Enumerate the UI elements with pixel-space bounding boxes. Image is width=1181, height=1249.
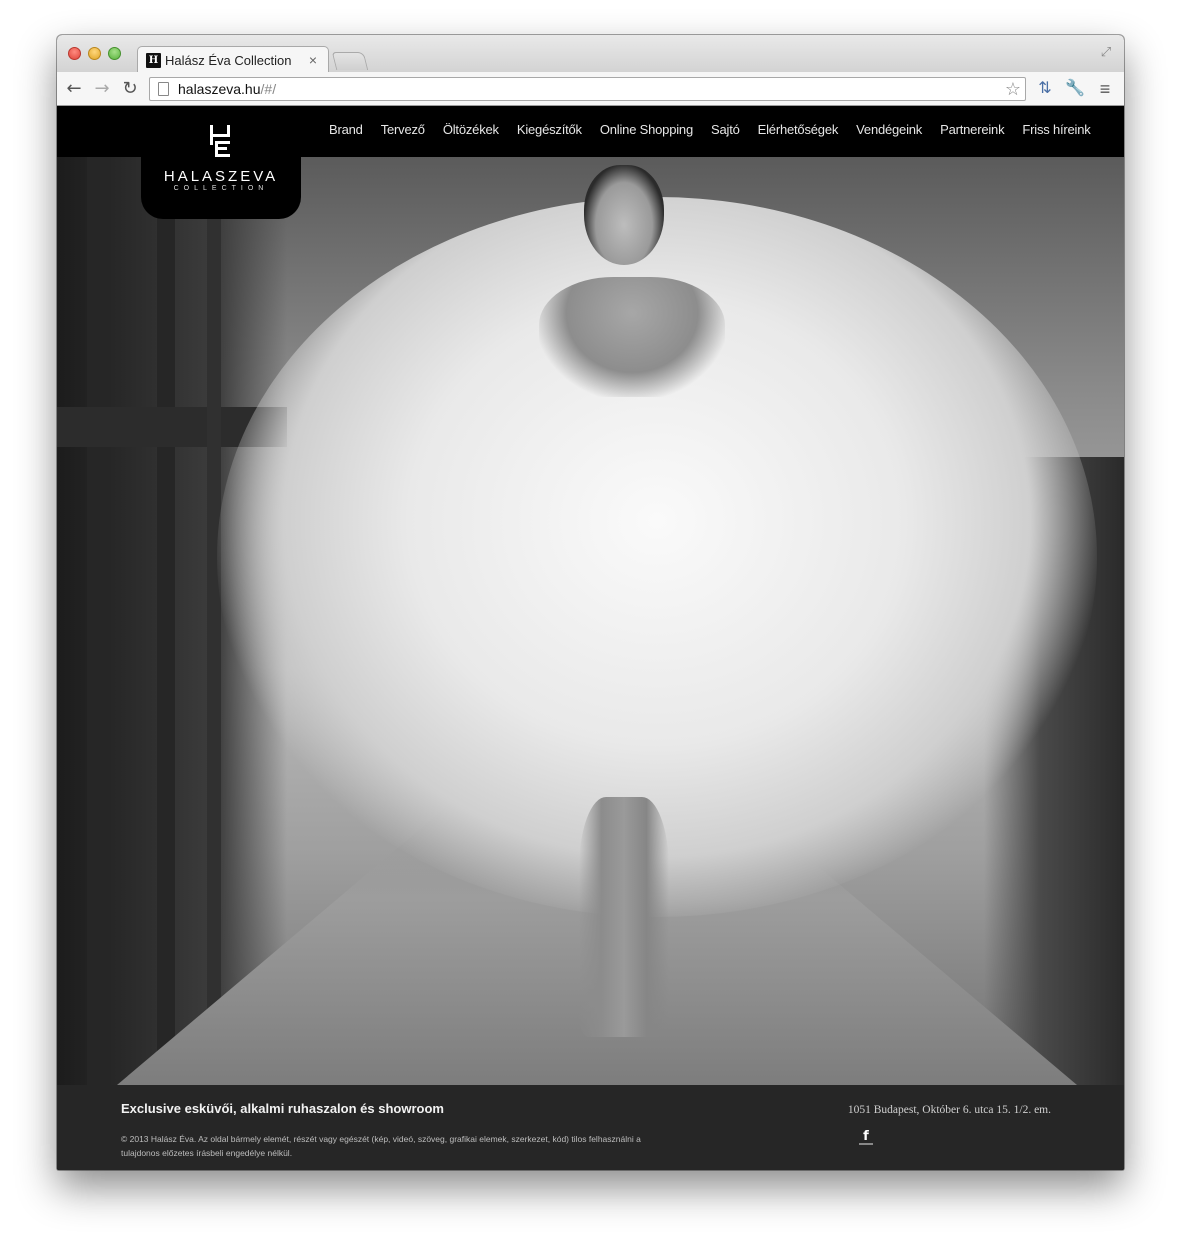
extension-icon[interactable]: ⇅ (1035, 79, 1055, 99)
site-footer: Exclusive esküvői, alkalmi ruhaszalon és… (57, 1085, 1124, 1170)
bookmark-star-icon[interactable]: ☆ (1005, 79, 1021, 100)
browser-toolbar: ← → ↻ halaszeva.hu /#/ ☆ ⇅ 🔧 ≡ (57, 72, 1124, 106)
new-tab-button[interactable] (331, 52, 369, 70)
footer-address: 1051 Budapest, Október 6. utca 15. 1/2. … (847, 1104, 1051, 1116)
tab-close-icon[interactable]: × (306, 52, 320, 68)
menu-icon[interactable]: ≡ (1095, 79, 1115, 99)
window-zoom-button[interactable] (108, 47, 121, 60)
back-arrow-icon[interactable]: ← (64, 79, 84, 99)
logo-monogram-icon (210, 125, 230, 157)
forward-arrow-icon[interactable]: → (92, 79, 112, 99)
bride-torso (539, 277, 725, 397)
wrench-icon[interactable]: 🔧 (1065, 79, 1085, 99)
page-icon (158, 82, 169, 96)
menu-item-kiegeszitok[interactable]: Kiegészítők (508, 122, 591, 137)
hero-photo (57, 157, 1124, 1085)
bride-head (584, 165, 664, 265)
address-bar[interactable]: halaszeva.hu /#/ ☆ (149, 77, 1026, 101)
menu-item-online-shopping[interactable]: Online Shopping (591, 122, 702, 137)
web-page: Brand Tervező Öltözékek Kiegészítők Onli… (57, 107, 1124, 1170)
reload-icon[interactable]: ↻ (120, 79, 140, 99)
url-host: halaszeva.hu (178, 81, 261, 97)
window-minimize-button[interactable] (88, 47, 101, 60)
main-menu: Brand Tervező Öltözékek Kiegészítők Onli… (320, 122, 1100, 137)
url-path: /#/ (260, 81, 277, 97)
window-close-button[interactable] (68, 47, 81, 60)
menu-item-friss-hireink[interactable]: Friss híreink (1013, 122, 1099, 137)
footer-copyright: © 2013 Halász Éva. Az oldal bármely elem… (121, 1134, 641, 1158)
menu-item-brand[interactable]: Brand (320, 122, 372, 137)
facebook-icon[interactable]: f (859, 1129, 873, 1145)
tab-strip: H Halász Éva Collection × ⤢ (57, 35, 1124, 73)
site-logo[interactable]: HALASZEVA COLLECTION (141, 107, 301, 219)
menu-item-vendegeink[interactable]: Vendégeink (847, 122, 931, 137)
fullscreen-icon[interactable]: ⤢ (1098, 44, 1114, 60)
logo-name: HALASZEVA (163, 168, 279, 185)
menu-item-sajto[interactable]: Sajtó (702, 122, 749, 137)
logo-subtitle: COLLECTION (173, 185, 269, 192)
footer-tagline: Exclusive esküvői, alkalmi ruhaszalon és… (121, 1101, 444, 1116)
menu-item-partnereink[interactable]: Partnereink (931, 122, 1013, 137)
menu-item-oltozekek[interactable]: Öltözékek (434, 122, 508, 137)
bride-legs (579, 797, 669, 1037)
menu-item-tervezo[interactable]: Tervező (372, 122, 434, 137)
site-favicon-icon: H (146, 52, 161, 68)
browser-window: H Halász Éva Collection × ⤢ ← → ↻ halasz… (57, 35, 1124, 1170)
browser-tab[interactable]: H Halász Éva Collection × (137, 46, 329, 73)
menu-item-elerhetosegek[interactable]: Elérhetőségek (749, 122, 848, 137)
tab-title: Halász Éva Collection (165, 52, 292, 68)
